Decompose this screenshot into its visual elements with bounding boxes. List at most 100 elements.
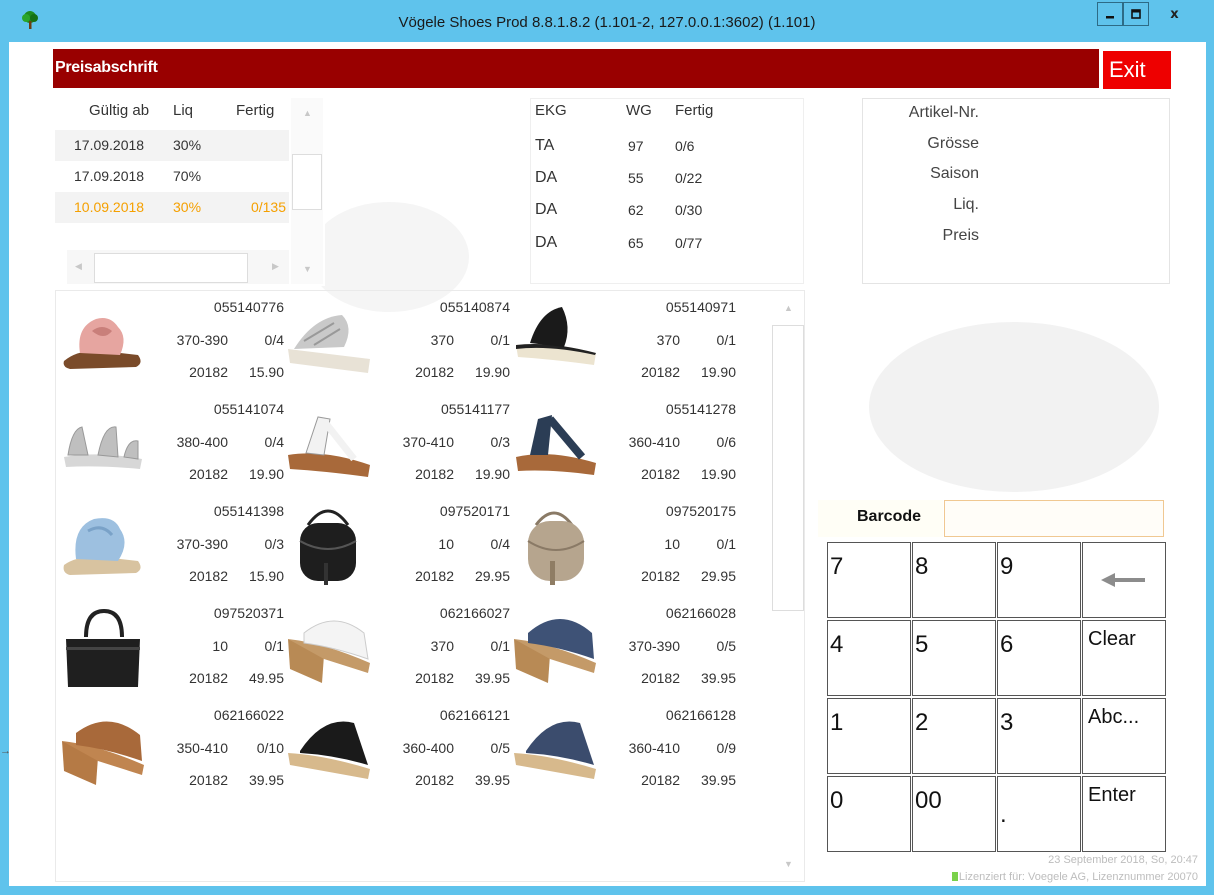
cell-fertig: 0/30	[675, 202, 703, 218]
label-liq: Liq.	[953, 196, 979, 213]
backspace-key[interactable]	[1082, 542, 1166, 618]
cell-date: 10.09.2018	[74, 199, 145, 215]
product-tile[interactable]: 097520171 10 0/4 20182 29.95	[284, 497, 510, 597]
product-tile[interactable]: 055141177 370-410 0/3 20182 19.90	[284, 395, 510, 495]
stock-count: 0/1	[490, 638, 510, 654]
cell-fertig: 0/77	[675, 235, 703, 251]
stock-count: 0/1	[490, 332, 510, 348]
window-title: Vögele Shoes Prod 8.8.1.8.2 (1.101-2, 12…	[398, 14, 816, 31]
key-4[interactable]: 4	[827, 620, 911, 696]
article-number: 055141278	[665, 401, 736, 417]
scroll-left-arrow-icon[interactable]: ◀	[75, 261, 82, 272]
article-number: 097520175	[665, 503, 736, 519]
blue-slide-sandal-image	[63, 518, 141, 575]
table-row[interactable]: 17.09.2018 70%	[55, 161, 289, 192]
article-number: 055141074	[213, 401, 284, 417]
stock-count: 0/9	[716, 740, 736, 756]
dates-horizontal-scrollbar[interactable]: ◀ ▶	[67, 250, 289, 284]
backspace-arrow-icon	[1101, 573, 1145, 587]
price: 15.90	[248, 364, 284, 380]
table-row[interactable]: 17.09.2018 30%	[55, 130, 289, 161]
size-range: 350-410	[176, 740, 228, 756]
navy-wedge-mule-image	[514, 721, 596, 779]
scroll-down-arrow-icon[interactable]: ▼	[303, 264, 312, 274]
scrollbar-thumb[interactable]	[94, 253, 248, 283]
size-range: 360-410	[628, 434, 680, 450]
product-tile[interactable]: 055141278 360-410 0/6 20182 19.90	[510, 395, 736, 495]
product-tile[interactable]: 055140874 370 0/1 20182 19.90	[284, 293, 510, 393]
price: 39.95	[700, 772, 736, 788]
product-tile[interactable]: 062166022 350-410 0/10 20182 39.95	[58, 701, 284, 801]
cell-wg: 55	[628, 170, 644, 186]
white-wedge-mule-image	[288, 620, 370, 683]
label-artikel-nr: Artikel-Nr.	[908, 104, 979, 121]
scrollbar-thumb[interactable]	[292, 154, 322, 210]
product-tile[interactable]: 062166028 370-390 0/5 20182 39.95	[510, 599, 736, 699]
season: 20182	[641, 670, 680, 686]
enter-key[interactable]: Enter	[1082, 776, 1166, 852]
app-client-area: Preisabschrift Exit Gültig ab Liq Fertig…	[9, 42, 1206, 886]
abc-key[interactable]: Abc...	[1082, 698, 1166, 774]
exit-button[interactable]: Exit	[1103, 51, 1171, 89]
season: 20182	[189, 772, 228, 788]
scrollbar-thumb[interactable]	[772, 325, 804, 611]
cell-wg: 65	[628, 235, 644, 251]
product-tile[interactable]: 055140971 370 0/1 20182 19.90	[510, 293, 736, 393]
label-saison: Saison	[930, 165, 979, 182]
article-info-panel: Artikel-Nr. Grösse Saison Liq. Preis	[862, 98, 1170, 284]
table-row-selected[interactable]: 10.09.2018 30% 0/135	[55, 192, 289, 223]
size-range: 370-390	[176, 332, 228, 348]
scroll-down-arrow-icon[interactable]: ▼	[784, 859, 793, 869]
stock-count: 0/5	[716, 638, 736, 654]
product-tile[interactable]: 055141074 380-400 0/4 20182 19.90	[58, 395, 284, 495]
maximize-icon	[1131, 9, 1141, 19]
key-0[interactable]: 0	[827, 776, 911, 852]
product-grid-scrollbar[interactable]: ▲ ▼	[772, 291, 804, 881]
product-tile[interactable]: 055141398 370-390 0/3 20182 15.90	[58, 497, 284, 597]
key-2[interactable]: 2	[912, 698, 996, 774]
key-3[interactable]: 3	[997, 698, 1081, 774]
size-range: 370-390	[628, 638, 680, 654]
size-range: 10	[212, 638, 228, 654]
season: 20182	[189, 670, 228, 686]
barcode-input[interactable]	[944, 500, 1164, 537]
key-7[interactable]: 7	[827, 542, 911, 618]
key-6[interactable]: 6	[997, 620, 1081, 696]
clear-key[interactable]: Clear	[1082, 620, 1166, 696]
cell-ekg: DA	[535, 201, 558, 218]
key-decimal[interactable]: .	[997, 776, 1081, 852]
key-5[interactable]: 5	[912, 620, 996, 696]
product-tile[interactable]: 055140776 370-390 0/4 20182 15.90	[58, 293, 284, 393]
price: 39.95	[700, 670, 736, 686]
license-text: Lizenziert für: Voegele AG, Lizenznummer…	[958, 871, 1198, 883]
close-button[interactable]: x	[1149, 2, 1200, 26]
dates-vertical-scrollbar[interactable]: ▲ ▼	[291, 98, 323, 284]
key-8[interactable]: 8	[912, 542, 996, 618]
article-number: 055141177	[440, 401, 510, 417]
product-tile[interactable]: 097520371 10 0/1 20182 49.95	[58, 599, 284, 699]
license-indicator-icon	[951, 872, 958, 881]
scroll-right-arrow-icon[interactable]: ▶	[272, 261, 279, 272]
scroll-up-arrow-icon[interactable]: ▲	[784, 303, 793, 313]
minimize-button[interactable]	[1097, 2, 1123, 26]
season: 20182	[641, 772, 680, 788]
product-tile[interactable]: 062166027 370 0/1 20182 39.95	[284, 599, 510, 699]
product-tile[interactable]: 097520175 10 0/1 20182 29.95	[510, 497, 736, 597]
status-license: Lizenziert für: Voegele AG, Lizenznummer…	[951, 871, 1198, 883]
navy-thong-sandal-image	[516, 415, 596, 475]
blue-wedge-mule-image	[514, 619, 596, 683]
scroll-up-arrow-icon[interactable]: ▲	[303, 108, 312, 118]
key-1[interactable]: 1	[827, 698, 911, 774]
product-tile[interactable]: 062166121 360-400 0/5 20182 39.95	[284, 701, 510, 801]
stock-count: 0/6	[716, 434, 736, 450]
key-9[interactable]: 9	[997, 542, 1081, 618]
stock-count: 0/1	[716, 332, 736, 348]
cell-ekg: DA	[535, 234, 558, 251]
cell-liq: 70%	[173, 168, 202, 184]
article-number: 097520171	[439, 503, 510, 519]
size-range: 370	[430, 332, 454, 348]
maximize-button[interactable]	[1123, 2, 1149, 26]
product-tile[interactable]: 062166128 360-410 0/9 20182 39.95	[510, 701, 736, 801]
key-00[interactable]: 00	[912, 776, 996, 852]
price: 19.90	[700, 364, 736, 380]
